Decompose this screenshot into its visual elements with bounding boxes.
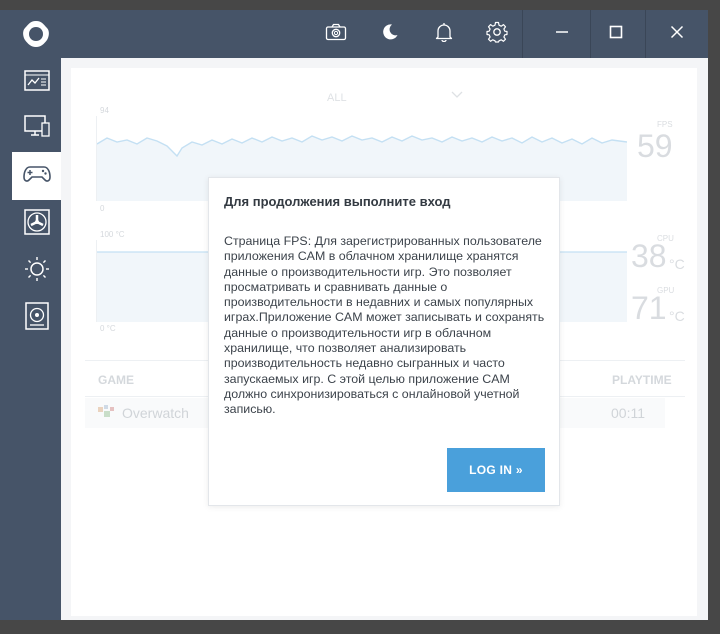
app-logo[interactable] xyxy=(14,12,58,56)
window-bottom-border xyxy=(0,620,720,634)
temp-axis-max: 100 °C xyxy=(100,230,125,239)
screenshot-button[interactable] xyxy=(316,10,356,58)
login-required-dialog: Для продолжения выполните вход Страница … xyxy=(208,177,560,506)
fan-icon xyxy=(23,208,50,240)
fps-axis-max: 94 xyxy=(100,106,109,115)
titlebar-separator xyxy=(590,10,591,58)
maximize-button[interactable] xyxy=(596,10,636,58)
login-button[interactable]: LOG IN » xyxy=(447,448,545,492)
dark-mode-button[interactable] xyxy=(370,10,410,58)
camera-icon xyxy=(325,23,347,46)
app-window: ALL 94 0 FPS FPS 59 10 xyxy=(0,0,720,634)
sidebar-item-lighting[interactable] xyxy=(12,247,61,295)
row-game-name: Overwatch xyxy=(122,405,189,421)
settings-button[interactable] xyxy=(477,10,517,58)
dialog-body: Страница FPS: Для зарегистрированных пол… xyxy=(224,234,545,417)
cpu-readout-unit: °C xyxy=(669,256,685,272)
fps-axis-min: 0 xyxy=(100,204,105,213)
game-icon xyxy=(98,405,114,424)
fps-readout-value: 59 xyxy=(637,128,673,164)
window-top-border xyxy=(0,0,720,10)
titlebar-separator xyxy=(522,10,523,58)
close-button[interactable] xyxy=(657,10,697,58)
monitor-icon xyxy=(23,114,50,143)
game-filter-dropdown[interactable]: ALL xyxy=(301,90,471,108)
gpu-readout-value: 71 xyxy=(631,290,667,326)
maximize-icon xyxy=(609,25,623,44)
window-right-border xyxy=(708,0,720,634)
sidebar-item-dashboard[interactable] xyxy=(12,58,61,106)
gpu-readout-unit: °C xyxy=(669,308,685,324)
minimize-icon xyxy=(555,25,569,44)
speaker-icon xyxy=(24,301,49,335)
column-header-game: GAME xyxy=(98,373,134,387)
titlebar xyxy=(0,10,708,58)
dialog-title: Для продолжения выполните вход xyxy=(224,194,451,209)
chevron-down-icon xyxy=(451,90,463,103)
sidebar-item-pc-monitor[interactable] xyxy=(12,104,61,152)
temp-axis-min: 0 °C xyxy=(100,324,116,333)
sun-icon xyxy=(24,256,50,287)
cpu-readout-value: 38 xyxy=(631,238,667,274)
gear-icon xyxy=(486,21,508,48)
dashboard-icon xyxy=(23,68,50,97)
titlebar-separator xyxy=(645,10,646,58)
sidebar-item-gaming[interactable] xyxy=(12,152,61,200)
sidebar xyxy=(0,58,61,620)
dropdown-label: ALL xyxy=(327,92,347,104)
column-header-playtime: PLAYTIME xyxy=(612,373,672,387)
close-icon xyxy=(670,25,684,44)
sidebar-item-cooling[interactable] xyxy=(12,200,61,248)
bell-icon xyxy=(435,22,453,47)
minimize-button[interactable] xyxy=(542,10,582,58)
gamepad-icon xyxy=(22,164,51,189)
row-playtime: 00:11 xyxy=(611,405,645,421)
notifications-button[interactable] xyxy=(424,10,464,58)
moon-icon xyxy=(381,23,399,46)
sidebar-item-audio[interactable] xyxy=(12,294,61,342)
